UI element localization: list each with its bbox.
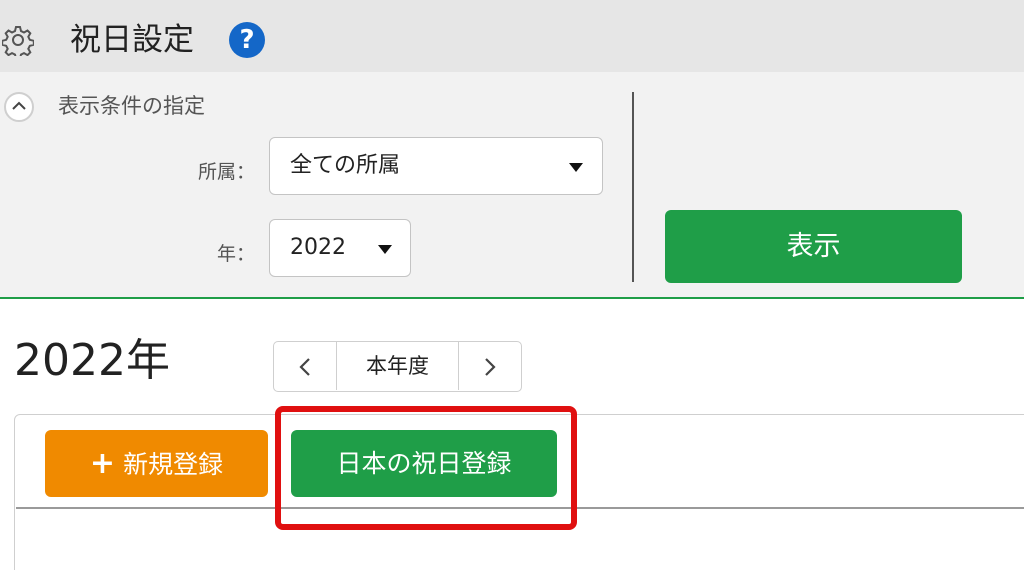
next-year-button[interactable] (458, 342, 521, 390)
filter-title: 表示条件の指定 (58, 94, 205, 118)
collapse-toggle-icon[interactable] (4, 92, 34, 122)
help-icon[interactable]: ? (229, 22, 265, 58)
current-year-button[interactable]: 本年度 (337, 342, 458, 390)
chevron-down-icon (569, 163, 583, 172)
show-button[interactable]: 表示 (665, 210, 962, 283)
year-select[interactable]: 2022 (269, 219, 411, 277)
filter-panel: 表示条件の指定 所属： 全ての所属 年： 2022 表示 (0, 72, 1024, 299)
new-registration-label: 新規登録 (123, 450, 224, 479)
year-label: 年： (216, 243, 255, 265)
affiliation-label: 所属： (197, 161, 255, 183)
page-title: 祝日設定 (70, 22, 194, 58)
year-navigator: 本年度 (273, 341, 522, 392)
year-heading: 2022年 (14, 335, 170, 386)
page-header: 祝日設定 ? (0, 0, 1024, 72)
new-registration-button[interactable]: + 新規登録 (45, 430, 268, 497)
plus-icon: + (89, 446, 116, 481)
filter-divider (632, 92, 634, 282)
gear-icon[interactable] (1, 24, 35, 60)
prev-year-button[interactable] (274, 342, 337, 390)
highlight-annotation-box (275, 406, 577, 530)
year-select-value: 2022 (290, 235, 346, 260)
affiliation-select[interactable]: 全ての所属 (269, 137, 603, 195)
affiliation-select-value: 全ての所属 (290, 153, 401, 178)
chevron-down-icon (378, 245, 392, 254)
